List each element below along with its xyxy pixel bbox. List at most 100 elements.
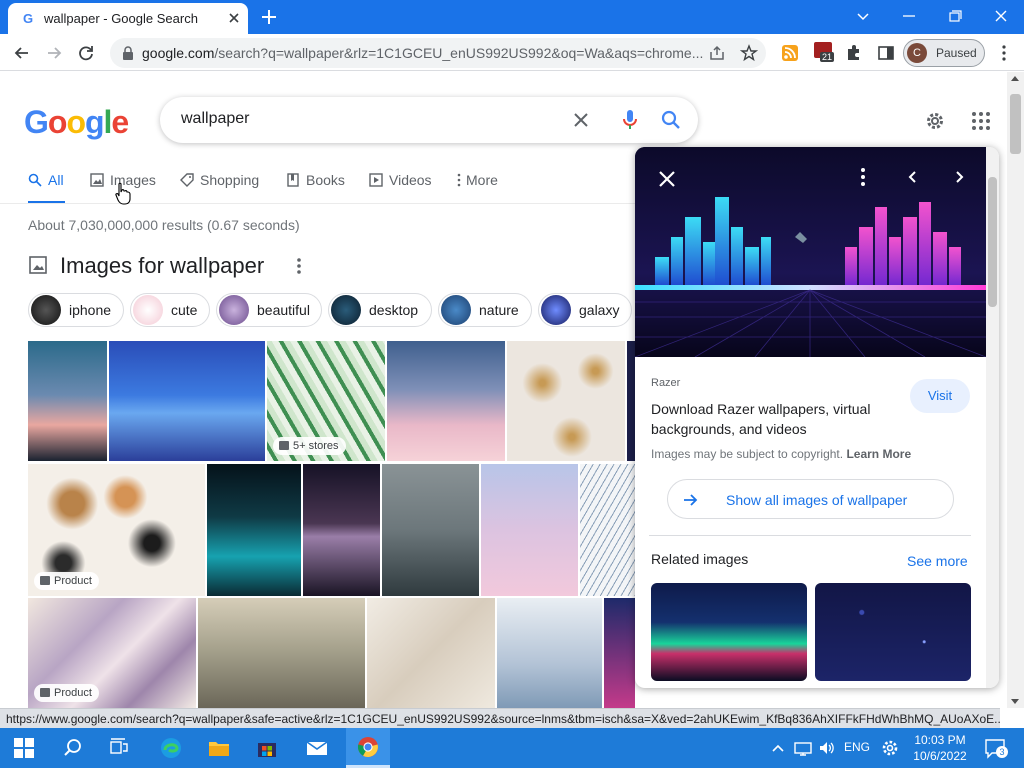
show-all-label: Show all images of wallpaper (726, 492, 908, 508)
tab-all[interactable]: All (28, 172, 64, 202)
image-result-room[interactable] (497, 598, 602, 708)
panel-scrollbar[interactable] (986, 147, 999, 688)
forward-arrow-icon[interactable] (44, 43, 64, 63)
tab-videos[interactable]: Videos (369, 172, 432, 202)
chip-desktop[interactable]: desktop (328, 293, 432, 327)
notification-center-icon[interactable]: 3 (984, 737, 1008, 759)
show-hidden-icons-chevron-icon[interactable] (770, 737, 786, 759)
panel-scrollbar-thumb[interactable] (988, 177, 997, 307)
tab-more[interactable]: More (456, 172, 498, 202)
close-panel-icon[interactable] (657, 169, 677, 189)
minimize-icon[interactable] (898, 6, 920, 26)
tab-books[interactable]: Books (286, 172, 345, 202)
image-result-fantasy-girl[interactable] (198, 598, 365, 708)
chip-nature[interactable]: nature (438, 293, 532, 327)
mail-icon[interactable] (306, 737, 328, 759)
reload-icon[interactable] (76, 43, 96, 63)
volume-icon[interactable] (818, 737, 836, 759)
network-icon[interactable] (794, 737, 812, 759)
task-view-icon[interactable] (108, 737, 130, 759)
tab-shopping[interactable]: Shopping (180, 172, 259, 202)
previous-image-icon[interactable] (905, 167, 919, 187)
image-title[interactable]: Download Razer wallpapers, virtual backg… (651, 399, 896, 439)
image-result-blue-palm[interactable] (580, 464, 635, 596)
image-result-beige-leaf[interactable] (367, 598, 495, 708)
nav-divider (0, 203, 640, 204)
search-box[interactable]: wallpaper (160, 97, 698, 143)
scroll-up-arrow-icon[interactable] (1011, 76, 1019, 81)
back-arrow-icon[interactable] (12, 43, 32, 63)
clear-search-icon[interactable] (570, 109, 592, 131)
microphone-icon[interactable] (620, 108, 640, 132)
extension-badge: 21 (820, 52, 835, 62)
image-result-palm-sunset[interactable] (28, 341, 107, 461)
calendar-extension-icon[interactable]: 21 (814, 42, 835, 64)
visit-button[interactable]: Visit (910, 379, 970, 413)
image-result-grey-pier[interactable] (382, 464, 479, 596)
profile-button[interactable]: C Paused (903, 39, 985, 67)
taskbar-search-icon[interactable] (62, 737, 84, 759)
chip-galaxy[interactable]: galaxy (538, 293, 632, 327)
search-input[interactable]: wallpaper (181, 110, 249, 128)
tab-search-chevron-icon[interactable] (852, 6, 874, 26)
clock-time: 10:03 PM (914, 733, 966, 747)
rss-extension-icon[interactable] (780, 43, 800, 63)
related-image-city[interactable] (651, 583, 807, 681)
learn-more-link[interactable]: Learn More (846, 447, 911, 461)
tab-close-icon[interactable] (226, 10, 242, 26)
related-image-space[interactable] (815, 583, 971, 681)
chip-beautiful[interactable]: beautiful (216, 293, 322, 327)
chrome-menu-icon[interactable] (994, 43, 1014, 63)
settings-gear-icon[interactable] (880, 737, 900, 759)
image-result-green-leaves[interactable]: 5+ stores (267, 341, 385, 461)
see-more-link[interactable]: See more (907, 553, 968, 569)
input-language[interactable]: ENG (844, 740, 870, 754)
preview-image[interactable] (635, 147, 986, 357)
address-bar[interactable]: google.com/search?q=wallpaper&rlz=1C1GCE… (110, 38, 766, 68)
tag-icon (40, 688, 50, 697)
system-clock[interactable]: 10:03 PM 10/6/2022 (906, 732, 974, 764)
page-scrollbar[interactable] (1007, 72, 1024, 708)
image-result-gold-stars[interactable] (507, 341, 625, 461)
chrome-taskbar-button[interactable] (346, 728, 390, 768)
google-logo[interactable]: Google (24, 104, 129, 141)
result-stats: About 7,030,000,000 results (0.67 second… (28, 217, 300, 233)
images-heading[interactable]: Images for wallpaper (60, 253, 264, 279)
image-result-dusk-lake[interactable] (303, 464, 380, 596)
more-options-icon[interactable] (292, 256, 306, 276)
next-image-icon[interactable] (953, 167, 967, 187)
image-result-partial[interactable] (627, 341, 635, 461)
share-icon[interactable] (708, 44, 726, 62)
image-result-pink-clouds[interactable] (481, 464, 578, 596)
image-result-marble[interactable]: Product (28, 598, 196, 708)
image-result-autumn-leaves[interactable]: Product (28, 464, 205, 596)
more-vert-icon[interactable] (857, 167, 869, 187)
image-result-blue-city[interactable] (109, 341, 265, 461)
edge-browser-icon[interactable] (160, 737, 182, 759)
settings-gear-icon[interactable] (924, 110, 946, 132)
image-result-partial-neon[interactable] (604, 598, 635, 708)
search-submit-icon[interactable] (660, 109, 682, 131)
file-explorer-icon[interactable] (208, 737, 230, 759)
image-result-neon-street[interactable] (207, 464, 301, 596)
bookmark-star-icon[interactable] (740, 44, 758, 62)
chip-iphone[interactable]: iphone (28, 293, 124, 327)
extensions-puzzle-icon[interactable] (844, 43, 864, 63)
google-favicon-icon: G (22, 11, 34, 26)
side-panel-icon[interactable] (876, 43, 896, 63)
product-badge: Product (34, 572, 99, 590)
new-tab-icon[interactable] (260, 8, 278, 26)
chip-cute[interactable]: cute (130, 293, 210, 327)
browser-tab[interactable]: G wallpaper - Google Search (8, 3, 248, 34)
image-source[interactable]: Razer (651, 377, 680, 389)
window-close-icon[interactable] (990, 6, 1012, 26)
scroll-down-arrow-icon[interactable] (1011, 699, 1019, 704)
show-all-images-button[interactable]: Show all images of wallpaper (667, 479, 954, 519)
image-result-moon-clouds[interactable] (387, 341, 505, 461)
restore-icon[interactable] (944, 6, 966, 26)
google-apps-icon[interactable] (970, 110, 992, 132)
page-scrollbar-thumb[interactable] (1010, 94, 1021, 154)
microsoft-store-icon[interactable] (256, 737, 278, 759)
lock-icon[interactable] (122, 46, 134, 60)
windows-start-icon[interactable] (14, 738, 34, 758)
